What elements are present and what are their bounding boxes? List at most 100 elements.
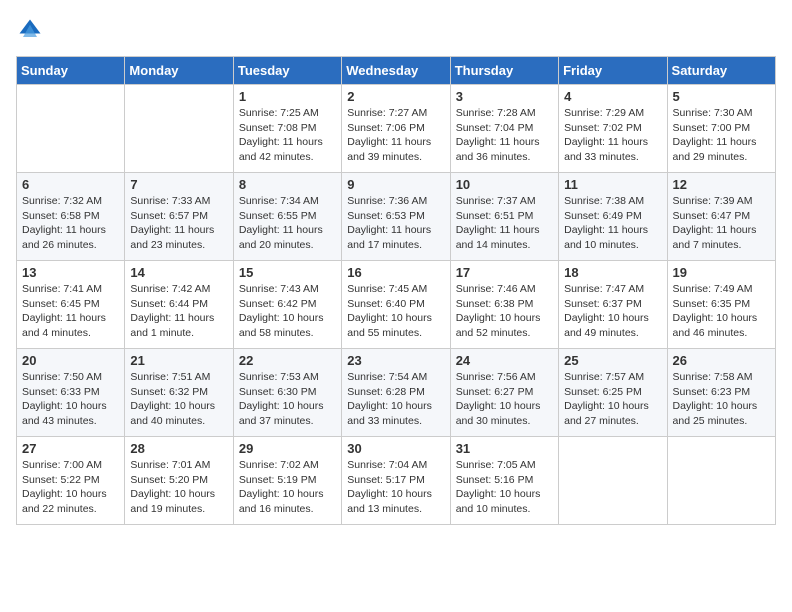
day-info: Sunrise: 7:38 AM Sunset: 6:49 PM Dayligh…: [564, 194, 661, 253]
day-number: 21: [130, 353, 227, 368]
calendar-cell: 29 Sunrise: 7:02 AM Sunset: 5:19 PM Dayli…: [233, 437, 341, 525]
calendar-week-row: 27 Sunrise: 7:00 AM Sunset: 5:22 PM Dayli…: [17, 437, 776, 525]
day-info: Sunrise: 7:28 AM Sunset: 7:04 PM Dayligh…: [456, 106, 553, 165]
day-info: Sunrise: 7:36 AM Sunset: 6:53 PM Dayligh…: [347, 194, 444, 253]
day-number: 13: [22, 265, 119, 280]
calendar-cell: 19 Sunrise: 7:49 AM Sunset: 6:35 PM Dayli…: [667, 261, 775, 349]
day-number: 3: [456, 89, 553, 104]
day-number: 27: [22, 441, 119, 456]
calendar-cell: 9 Sunrise: 7:36 AM Sunset: 6:53 PM Daylig…: [342, 173, 450, 261]
day-info: Sunrise: 7:53 AM Sunset: 6:30 PM Dayligh…: [239, 370, 336, 429]
calendar-cell: 12 Sunrise: 7:39 AM Sunset: 6:47 PM Dayli…: [667, 173, 775, 261]
day-info: Sunrise: 7:33 AM Sunset: 6:57 PM Dayligh…: [130, 194, 227, 253]
calendar-cell: [17, 85, 125, 173]
day-info: Sunrise: 7:50 AM Sunset: 6:33 PM Dayligh…: [22, 370, 119, 429]
day-info: Sunrise: 7:04 AM Sunset: 5:17 PM Dayligh…: [347, 458, 444, 517]
weekday-header-saturday: Saturday: [667, 57, 775, 85]
day-info: Sunrise: 7:30 AM Sunset: 7:00 PM Dayligh…: [673, 106, 770, 165]
day-info: Sunrise: 7:58 AM Sunset: 6:23 PM Dayligh…: [673, 370, 770, 429]
calendar-cell: [125, 85, 233, 173]
calendar-week-row: 6 Sunrise: 7:32 AM Sunset: 6:58 PM Daylig…: [17, 173, 776, 261]
page-header: [16, 16, 776, 44]
calendar-cell: 30 Sunrise: 7:04 AM Sunset: 5:17 PM Dayli…: [342, 437, 450, 525]
calendar-cell: 10 Sunrise: 7:37 AM Sunset: 6:51 PM Dayli…: [450, 173, 558, 261]
calendar-cell: 28 Sunrise: 7:01 AM Sunset: 5:20 PM Dayli…: [125, 437, 233, 525]
day-info: Sunrise: 7:05 AM Sunset: 5:16 PM Dayligh…: [456, 458, 553, 517]
day-info: Sunrise: 7:49 AM Sunset: 6:35 PM Dayligh…: [673, 282, 770, 341]
weekday-header-thursday: Thursday: [450, 57, 558, 85]
day-number: 7: [130, 177, 227, 192]
calendar-cell: [559, 437, 667, 525]
day-number: 26: [673, 353, 770, 368]
calendar-cell: 17 Sunrise: 7:46 AM Sunset: 6:38 PM Dayli…: [450, 261, 558, 349]
day-number: 19: [673, 265, 770, 280]
day-number: 11: [564, 177, 661, 192]
day-number: 14: [130, 265, 227, 280]
calendar-cell: 5 Sunrise: 7:30 AM Sunset: 7:00 PM Daylig…: [667, 85, 775, 173]
day-number: 8: [239, 177, 336, 192]
day-number: 18: [564, 265, 661, 280]
day-info: Sunrise: 7:02 AM Sunset: 5:19 PM Dayligh…: [239, 458, 336, 517]
calendar-cell: 2Sunrise: 7:27 AM Sunset: 7:06 PM Daylig…: [342, 85, 450, 173]
calendar-cell: 3 Sunrise: 7:28 AM Sunset: 7:04 PM Daylig…: [450, 85, 558, 173]
day-info: Sunrise: 7:43 AM Sunset: 6:42 PM Dayligh…: [239, 282, 336, 341]
calendar-cell: [667, 437, 775, 525]
calendar-cell: 7 Sunrise: 7:33 AM Sunset: 6:57 PM Daylig…: [125, 173, 233, 261]
calendar-table: SundayMondayTuesdayWednesdayThursdayFrid…: [16, 56, 776, 525]
day-info: Sunrise: 7:47 AM Sunset: 6:37 PM Dayligh…: [564, 282, 661, 341]
day-number: 30: [347, 441, 444, 456]
day-info: Sunrise: 7:45 AM Sunset: 6:40 PM Dayligh…: [347, 282, 444, 341]
day-number: 16: [347, 265, 444, 280]
calendar-cell: 22 Sunrise: 7:53 AM Sunset: 6:30 PM Dayli…: [233, 349, 341, 437]
day-info: Sunrise: 7:51 AM Sunset: 6:32 PM Dayligh…: [130, 370, 227, 429]
day-info: Sunrise: 7:00 AM Sunset: 5:22 PM Dayligh…: [22, 458, 119, 517]
day-number: 5: [673, 89, 770, 104]
day-info: Sunrise: 7:29 AM Sunset: 7:02 PM Dayligh…: [564, 106, 661, 165]
calendar-cell: 1 Sunrise: 7:25 AM Sunset: 7:08 PM Daylig…: [233, 85, 341, 173]
day-number: 20: [22, 353, 119, 368]
day-number: 4: [564, 89, 661, 104]
day-number: 29: [239, 441, 336, 456]
calendar-week-row: 20 Sunrise: 7:50 AM Sunset: 6:33 PM Dayli…: [17, 349, 776, 437]
calendar-cell: 8 Sunrise: 7:34 AM Sunset: 6:55 PM Daylig…: [233, 173, 341, 261]
day-info: Sunrise: 7:41 AM Sunset: 6:45 PM Dayligh…: [22, 282, 119, 341]
day-info: Sunrise: 7:39 AM Sunset: 6:47 PM Dayligh…: [673, 194, 770, 253]
calendar-cell: 24 Sunrise: 7:56 AM Sunset: 6:27 PM Dayli…: [450, 349, 558, 437]
day-number: 15: [239, 265, 336, 280]
day-number: 24: [456, 353, 553, 368]
calendar-cell: 20 Sunrise: 7:50 AM Sunset: 6:33 PM Dayli…: [17, 349, 125, 437]
calendar-cell: 18 Sunrise: 7:47 AM Sunset: 6:37 PM Dayli…: [559, 261, 667, 349]
logo-icon: [16, 16, 44, 44]
day-info: Sunrise: 7:46 AM Sunset: 6:38 PM Dayligh…: [456, 282, 553, 341]
day-info: Sunrise: 7:54 AM Sunset: 6:28 PM Dayligh…: [347, 370, 444, 429]
day-info: Sunrise: 7:32 AM Sunset: 6:58 PM Dayligh…: [22, 194, 119, 253]
day-number: 31: [456, 441, 553, 456]
weekday-header-wednesday: Wednesday: [342, 57, 450, 85]
logo: [16, 16, 48, 44]
day-number: 12: [673, 177, 770, 192]
calendar-cell: 13 Sunrise: 7:41 AM Sunset: 6:45 PM Dayli…: [17, 261, 125, 349]
day-info: Sunrise: 7:37 AM Sunset: 6:51 PM Dayligh…: [456, 194, 553, 253]
day-number: 22: [239, 353, 336, 368]
day-info: Sunrise: 7:42 AM Sunset: 6:44 PM Dayligh…: [130, 282, 227, 341]
day-number: 23: [347, 353, 444, 368]
day-number: 28: [130, 441, 227, 456]
day-number: 1: [239, 89, 336, 104]
calendar-cell: 26 Sunrise: 7:58 AM Sunset: 6:23 PM Dayli…: [667, 349, 775, 437]
calendar-cell: 14 Sunrise: 7:42 AM Sunset: 6:44 PM Dayli…: [125, 261, 233, 349]
day-info: Sunrise: 7:34 AM Sunset: 6:55 PM Dayligh…: [239, 194, 336, 253]
calendar-cell: 4 Sunrise: 7:29 AM Sunset: 7:02 PM Daylig…: [559, 85, 667, 173]
weekday-header-sunday: Sunday: [17, 57, 125, 85]
calendar-week-row: 13 Sunrise: 7:41 AM Sunset: 6:45 PM Dayli…: [17, 261, 776, 349]
day-number: 10: [456, 177, 553, 192]
day-number: 6: [22, 177, 119, 192]
day-number: 17: [456, 265, 553, 280]
calendar-cell: 11 Sunrise: 7:38 AM Sunset: 6:49 PM Dayli…: [559, 173, 667, 261]
day-number: 9: [347, 177, 444, 192]
day-info: Sunrise: 7:25 AM Sunset: 7:08 PM Dayligh…: [239, 106, 336, 165]
calendar-cell: 15 Sunrise: 7:43 AM Sunset: 6:42 PM Dayli…: [233, 261, 341, 349]
calendar-cell: 21 Sunrise: 7:51 AM Sunset: 6:32 PM Dayli…: [125, 349, 233, 437]
day-info: Sunrise: 7:27 AM Sunset: 7:06 PM Dayligh…: [347, 106, 444, 165]
day-info: Sunrise: 7:01 AM Sunset: 5:20 PM Dayligh…: [130, 458, 227, 517]
day-info: Sunrise: 7:56 AM Sunset: 6:27 PM Dayligh…: [456, 370, 553, 429]
